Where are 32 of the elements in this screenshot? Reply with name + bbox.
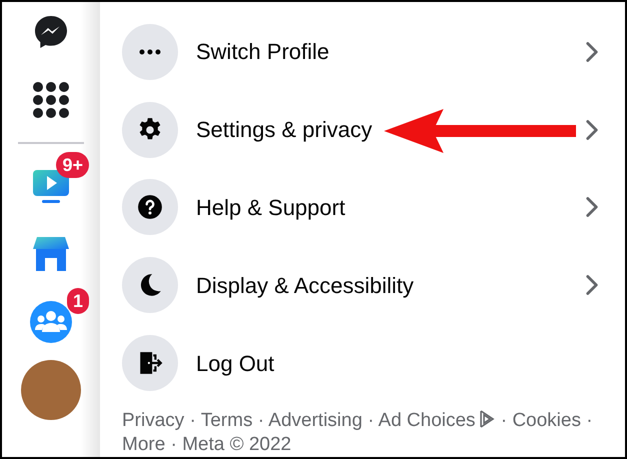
footer-link[interactable]: Ad Choices (378, 410, 476, 431)
menu-label: Help & Support (196, 194, 346, 222)
menu-label: Settings & privacy (196, 116, 372, 144)
menu-label: Switch Profile (196, 38, 330, 66)
separator: · (366, 410, 376, 431)
menu-item[interactable]: Display & Accessibility (122, 246, 609, 324)
separator: · (188, 410, 197, 431)
separator: · (170, 434, 178, 455)
more-dots-icon (139, 48, 161, 55)
footer-link[interactable]: More (122, 434, 166, 455)
menu-item[interactable]: Switch Profile (122, 13, 609, 91)
separator: · (256, 410, 266, 431)
menu-label: Display & Accessibility (196, 272, 414, 300)
storefront-icon[interactable] (31, 234, 71, 274)
notification-count: 1 (66, 288, 89, 314)
menu-item[interactable]: Log Out (122, 324, 609, 402)
footer-link[interactable]: Cookies (512, 410, 581, 431)
footer-link[interactable]: Terms (200, 410, 253, 431)
footer-link[interactable]: Advertising (268, 410, 362, 431)
menu-item[interactable]: Settings & privacy (122, 90, 609, 169)
group-people-icon[interactable] (30, 301, 72, 343)
ad-choices-icon (479, 410, 496, 428)
help-icon (137, 194, 163, 220)
chat-bubble-icon[interactable] (33, 14, 69, 50)
menu-label: Log Out (196, 350, 274, 378)
notification-count: 9+ (56, 152, 89, 178)
menu-item[interactable]: Help & Support (122, 168, 609, 246)
copyright-text: Meta © 2022 (182, 434, 292, 455)
separator: · (585, 410, 593, 431)
footer-link[interactable]: Privacy (122, 410, 184, 431)
separator: · (500, 410, 508, 431)
apps-grid-icon[interactable] (32, 81, 70, 119)
